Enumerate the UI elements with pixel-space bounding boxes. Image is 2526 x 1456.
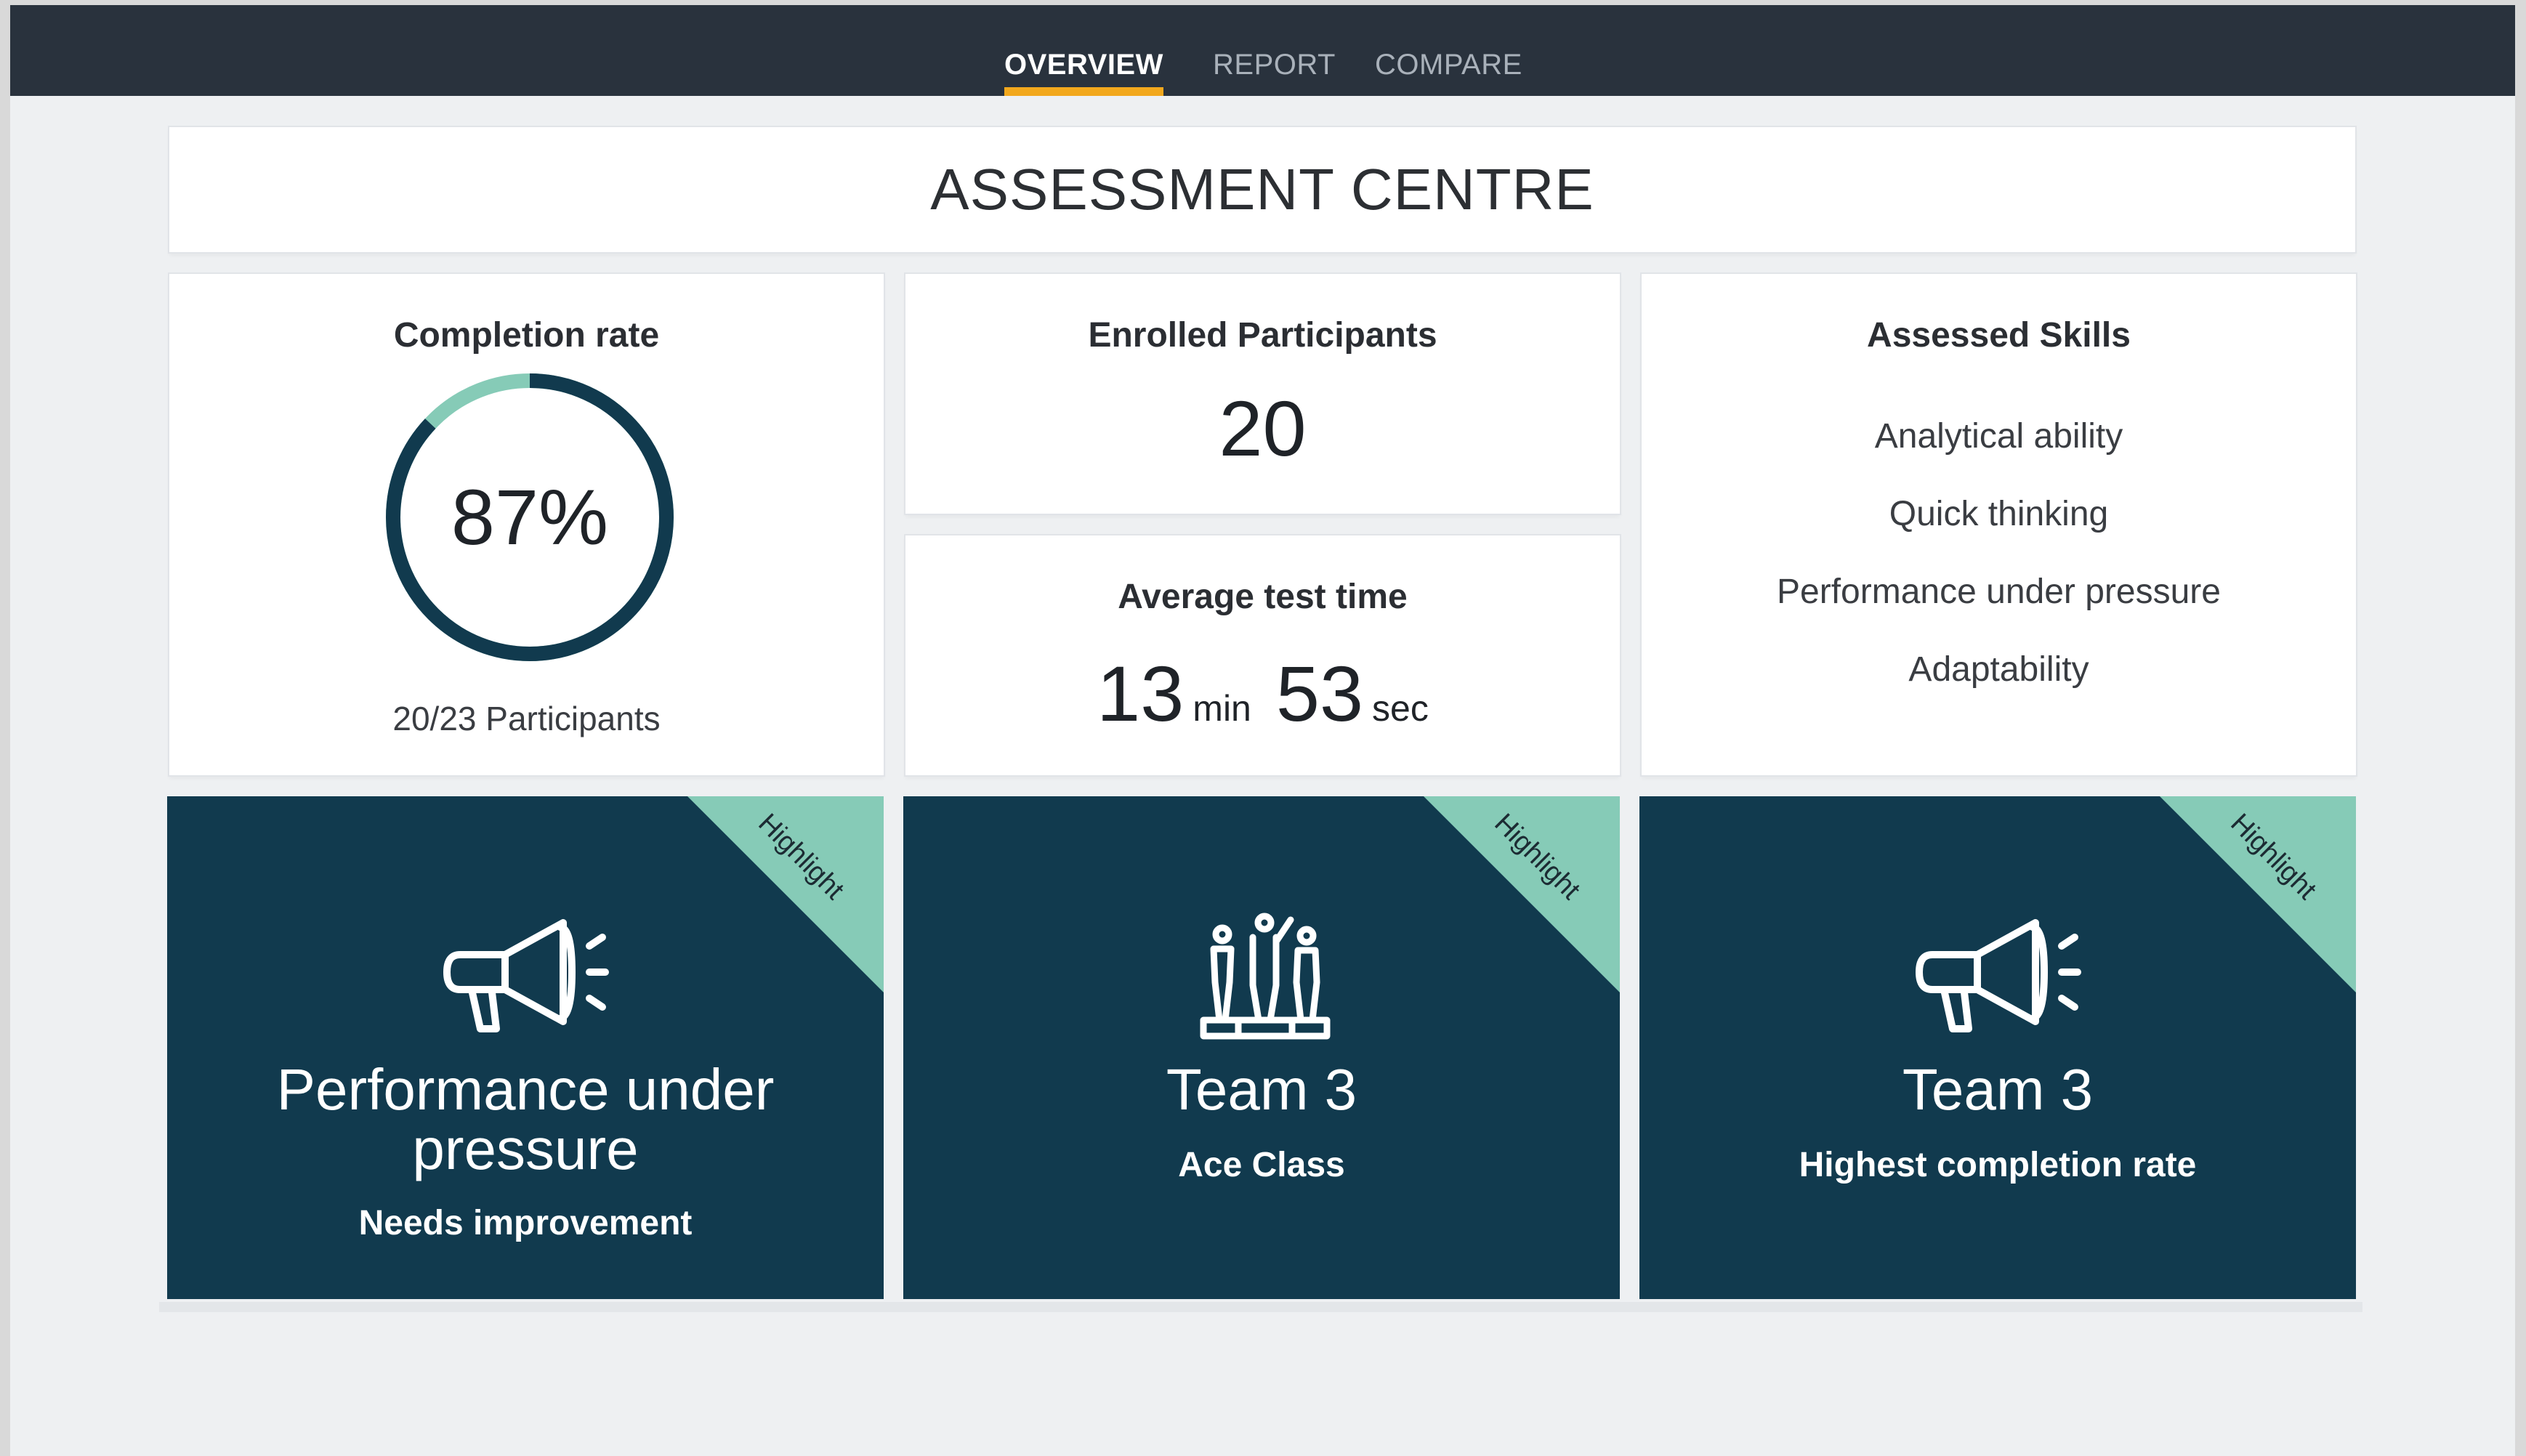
highlight-subtitle: Needs improvement <box>358 1204 693 1242</box>
avg-time-min-unit: min <box>1193 688 1251 729</box>
skill-item: Analytical ability <box>1874 417 2123 456</box>
enrolled-participants-card: Enrolled Participants 20 <box>905 274 1620 514</box>
enrolled-heading: Enrolled Participants <box>1088 316 1437 355</box>
completion-ring: 87% <box>384 372 675 663</box>
avg-time-heading: Average test time <box>1118 578 1408 616</box>
megaphone-icon <box>443 919 609 1032</box>
tab-report-label: REPORT <box>1213 49 1336 81</box>
active-tab-indicator <box>1004 87 1163 96</box>
highlight-card-completion[interactable]: Highlight Team 3 Highest completion rate <box>1639 796 2356 1299</box>
highlight-subtitle: Highest completion rate <box>1799 1146 2197 1184</box>
tab-overview[interactable]: OVERVIEW <box>1004 5 1163 96</box>
page-title: ASSESSMENT CENTRE <box>930 157 1594 222</box>
completion-rate-heading: Completion rate <box>393 316 660 355</box>
assessed-skills-card: Assessed Skills Analytical ability Quick… <box>1642 274 2356 775</box>
skills-heading: Assessed Skills <box>1867 316 2131 355</box>
highlight-subtitle: Ace Class <box>1178 1146 1345 1184</box>
app-frame: OVERVIEW REPORT COMPARE ASSESSMENT CENTR… <box>10 5 2515 1456</box>
highlight-title: Performance under <box>276 1057 775 1122</box>
skill-item: Adaptability <box>1908 650 2089 689</box>
enrolled-count: 20 <box>1219 384 1307 472</box>
skill-item: Quick thinking <box>1889 495 2109 533</box>
highlight-title: Team 3 <box>1902 1057 2094 1122</box>
skill-item: Performance under pressure <box>1777 573 2221 611</box>
tab-report[interactable]: REPORT <box>1213 5 1336 96</box>
podium-icon <box>1200 913 1331 1040</box>
highlight-card-ace-class[interactable]: Highlight Team 3 Ace Class <box>903 796 1620 1299</box>
highlight-card-performance[interactable]: Highlight Performance under pressure Nee… <box>167 796 884 1299</box>
tab-compare-label: COMPARE <box>1375 49 1522 81</box>
highlight-title-line2: pressure <box>412 1117 639 1181</box>
tab-overview-label: OVERVIEW <box>1004 49 1163 81</box>
tab-compare[interactable]: COMPARE <box>1375 5 1522 96</box>
completion-rate-card: Completion rate 87% 20/23 Participants <box>169 274 884 775</box>
avg-time-sec-unit: sec <box>1372 688 1429 729</box>
completion-participants: 20/23 Participants <box>392 700 661 737</box>
avg-time-seconds: 53 <box>1275 650 1364 737</box>
completion-percent: 87% <box>451 473 609 561</box>
average-test-time-card: Average test time 13 min 53 sec <box>905 535 1620 775</box>
content-bottom-edge <box>159 1302 2362 1312</box>
megaphone-icon <box>1916 919 2081 1032</box>
top-navbar: OVERVIEW REPORT COMPARE <box>10 5 2515 96</box>
avg-time-value: 13 min 53 sec <box>905 648 1620 739</box>
highlight-title: Team 3 <box>1166 1057 1357 1122</box>
avg-time-minutes: 13 <box>1097 650 1185 737</box>
title-card: ASSESSMENT CENTRE <box>169 127 2355 252</box>
